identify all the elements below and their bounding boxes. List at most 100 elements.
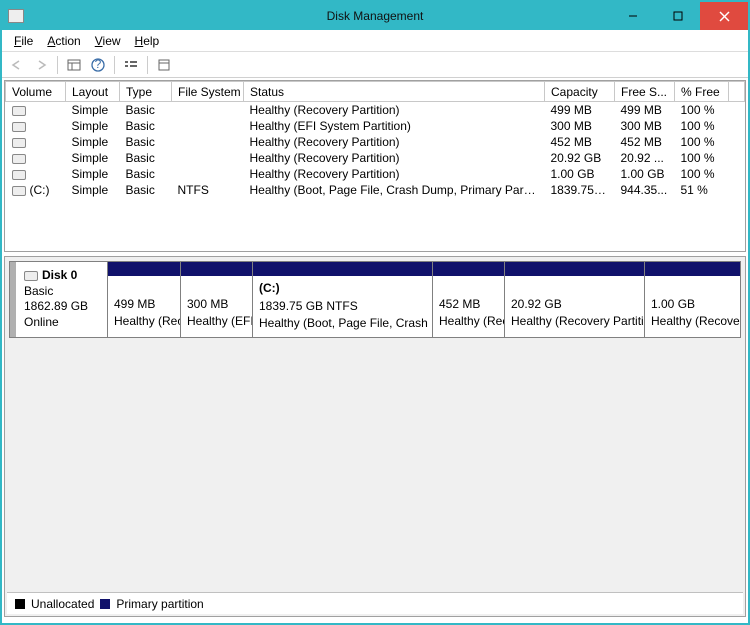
maximize-button[interactable] [655, 2, 700, 30]
col-status[interactable]: Status [244, 82, 545, 102]
volume-row[interactable]: (C:)SimpleBasicNTFSHealthy (Boot, Page F… [6, 182, 745, 198]
col-pctfree[interactable]: % Free [675, 82, 729, 102]
help-button[interactable]: ? [87, 54, 109, 76]
col-capacity[interactable]: Capacity [545, 82, 615, 102]
partition[interactable]: 20.92 GBHealthy (Recovery Partition) [504, 262, 644, 337]
volume-name [6, 166, 66, 182]
partition-stripe [505, 262, 644, 276]
volume-row[interactable]: SimpleBasicHealthy (Recovery Partition)4… [6, 134, 745, 150]
disk-info[interactable]: Disk 0 Basic 1862.89 GB Online [10, 262, 108, 337]
volume-icon [12, 154, 26, 164]
partition-size: 300 MB [187, 297, 228, 311]
volume-status: Healthy (Recovery Partition) [244, 166, 545, 182]
partition[interactable]: (C:)1839.75 GB NTFSHealthy (Boot, Page F… [252, 262, 432, 337]
volume-fs [172, 102, 244, 119]
volume-type: Basic [120, 182, 172, 198]
volume-row[interactable]: SimpleBasicHealthy (Recovery Partition)2… [6, 150, 745, 166]
volume-pct: 51 % [675, 182, 729, 198]
disk-row[interactable]: Disk 0 Basic 1862.89 GB Online 499 MB Hea… [9, 261, 741, 338]
volume-layout: Simple [66, 182, 120, 198]
volume-status: Healthy (Recovery Partition) [244, 102, 545, 119]
partition-stripe [433, 262, 504, 276]
volume-fs [172, 118, 244, 134]
back-button[interactable] [6, 54, 28, 76]
minimize-button[interactable] [610, 2, 655, 30]
disk-icon [24, 271, 38, 281]
col-volume[interactable]: Volume [6, 82, 66, 102]
menu-help[interactable]: Help [129, 32, 166, 50]
close-button[interactable] [700, 2, 748, 30]
partition-size: 499 MB [114, 297, 155, 311]
legend-unallocated-swatch [15, 599, 25, 609]
volume-layout: Simple [66, 166, 120, 182]
volume-row[interactable]: SimpleBasicHealthy (EFI System Partition… [6, 118, 745, 134]
column-header-row[interactable]: Volume Layout Type File System Status Ca… [6, 82, 745, 102]
volume-free: 300 MB [615, 118, 675, 134]
volume-capacity: 499 MB [545, 102, 615, 119]
volume-free: 944.35... [615, 182, 675, 198]
volume-name: (C:) [6, 182, 66, 198]
volume-name [6, 118, 66, 134]
menu-view[interactable]: View [89, 32, 127, 50]
volume-layout: Simple [66, 134, 120, 150]
volume-pct: 100 % [675, 134, 729, 150]
menu-action[interactable]: Action [41, 32, 86, 50]
volume-name [6, 102, 66, 119]
partition-size: 452 MB [439, 297, 480, 311]
partition-stripe [253, 262, 432, 276]
toolbar: ? [2, 52, 748, 78]
disk-state: Online [24, 315, 59, 329]
volume-name [6, 134, 66, 150]
volume-status: Healthy (Recovery Partition) [244, 150, 545, 166]
volume-fs [172, 166, 244, 182]
partition-status: Healthy (Recovery Partition) [114, 314, 180, 328]
partition[interactable]: 499 MB Healthy (Recovery Partition) [108, 262, 180, 337]
col-filesystem[interactable]: File System [172, 82, 244, 102]
volume-capacity: 20.92 GB [545, 150, 615, 166]
partition[interactable]: 300 MBHealthy (EFI System Partition) [180, 262, 252, 337]
disk-size: 1862.89 GB [24, 299, 88, 313]
list-icon[interactable] [120, 54, 142, 76]
disk-type: Basic [24, 284, 53, 298]
volume-pct: 100 % [675, 118, 729, 134]
volume-free: 20.92 ... [615, 150, 675, 166]
app-icon [8, 9, 24, 23]
volume-free: 499 MB [615, 102, 675, 119]
volume-type: Basic [120, 118, 172, 134]
volume-fs: NTFS [172, 182, 244, 198]
volume-free: 452 MB [615, 134, 675, 150]
disk-status-stripe [10, 262, 16, 337]
views-button[interactable] [63, 54, 85, 76]
partition-size: 20.92 GB [511, 297, 562, 311]
toolbar-separator [147, 56, 148, 74]
menu-file[interactable]: File [8, 32, 39, 50]
partition-status: Healthy (Boot, Page File, Crash Dump, Pr… [259, 316, 432, 330]
volume-list[interactable]: Volume Layout Type File System Status Ca… [4, 80, 746, 252]
partition[interactable]: 1.00 GBHealthy (Recovery Partition) [644, 262, 740, 337]
col-free[interactable]: Free S... [615, 82, 675, 102]
partition-stripe [108, 262, 180, 276]
col-type[interactable]: Type [120, 82, 172, 102]
col-layout[interactable]: Layout [66, 82, 120, 102]
partition[interactable]: 452 MBHealthy (Recovery Partition) [432, 262, 504, 337]
volume-row[interactable]: SimpleBasicHealthy (Recovery Partition)4… [6, 102, 745, 119]
legend-primary-swatch [100, 599, 110, 609]
volume-icon [12, 122, 26, 132]
legend: Unallocated Primary partition [7, 592, 743, 614]
volume-type: Basic [120, 102, 172, 119]
volume-fs [172, 150, 244, 166]
forward-button[interactable] [30, 54, 52, 76]
volume-status: Healthy (Boot, Page File, Crash Dump, Pr… [244, 182, 545, 198]
titlebar[interactable]: Disk Management [2, 2, 748, 30]
volume-row[interactable]: SimpleBasicHealthy (Recovery Partition)1… [6, 166, 745, 182]
col-spacer [729, 82, 745, 102]
legend-primary-label: Primary partition [116, 597, 203, 611]
status-bar [2, 619, 748, 623]
properties-icon[interactable] [153, 54, 175, 76]
volume-capacity: 300 MB [545, 118, 615, 134]
volume-pct: 100 % [675, 150, 729, 166]
volume-status: Healthy (Recovery Partition) [244, 134, 545, 150]
disk-management-window: Disk Management File Action View Help ? [0, 0, 750, 625]
window-title: Disk Management [327, 9, 424, 23]
volume-layout: Simple [66, 118, 120, 134]
